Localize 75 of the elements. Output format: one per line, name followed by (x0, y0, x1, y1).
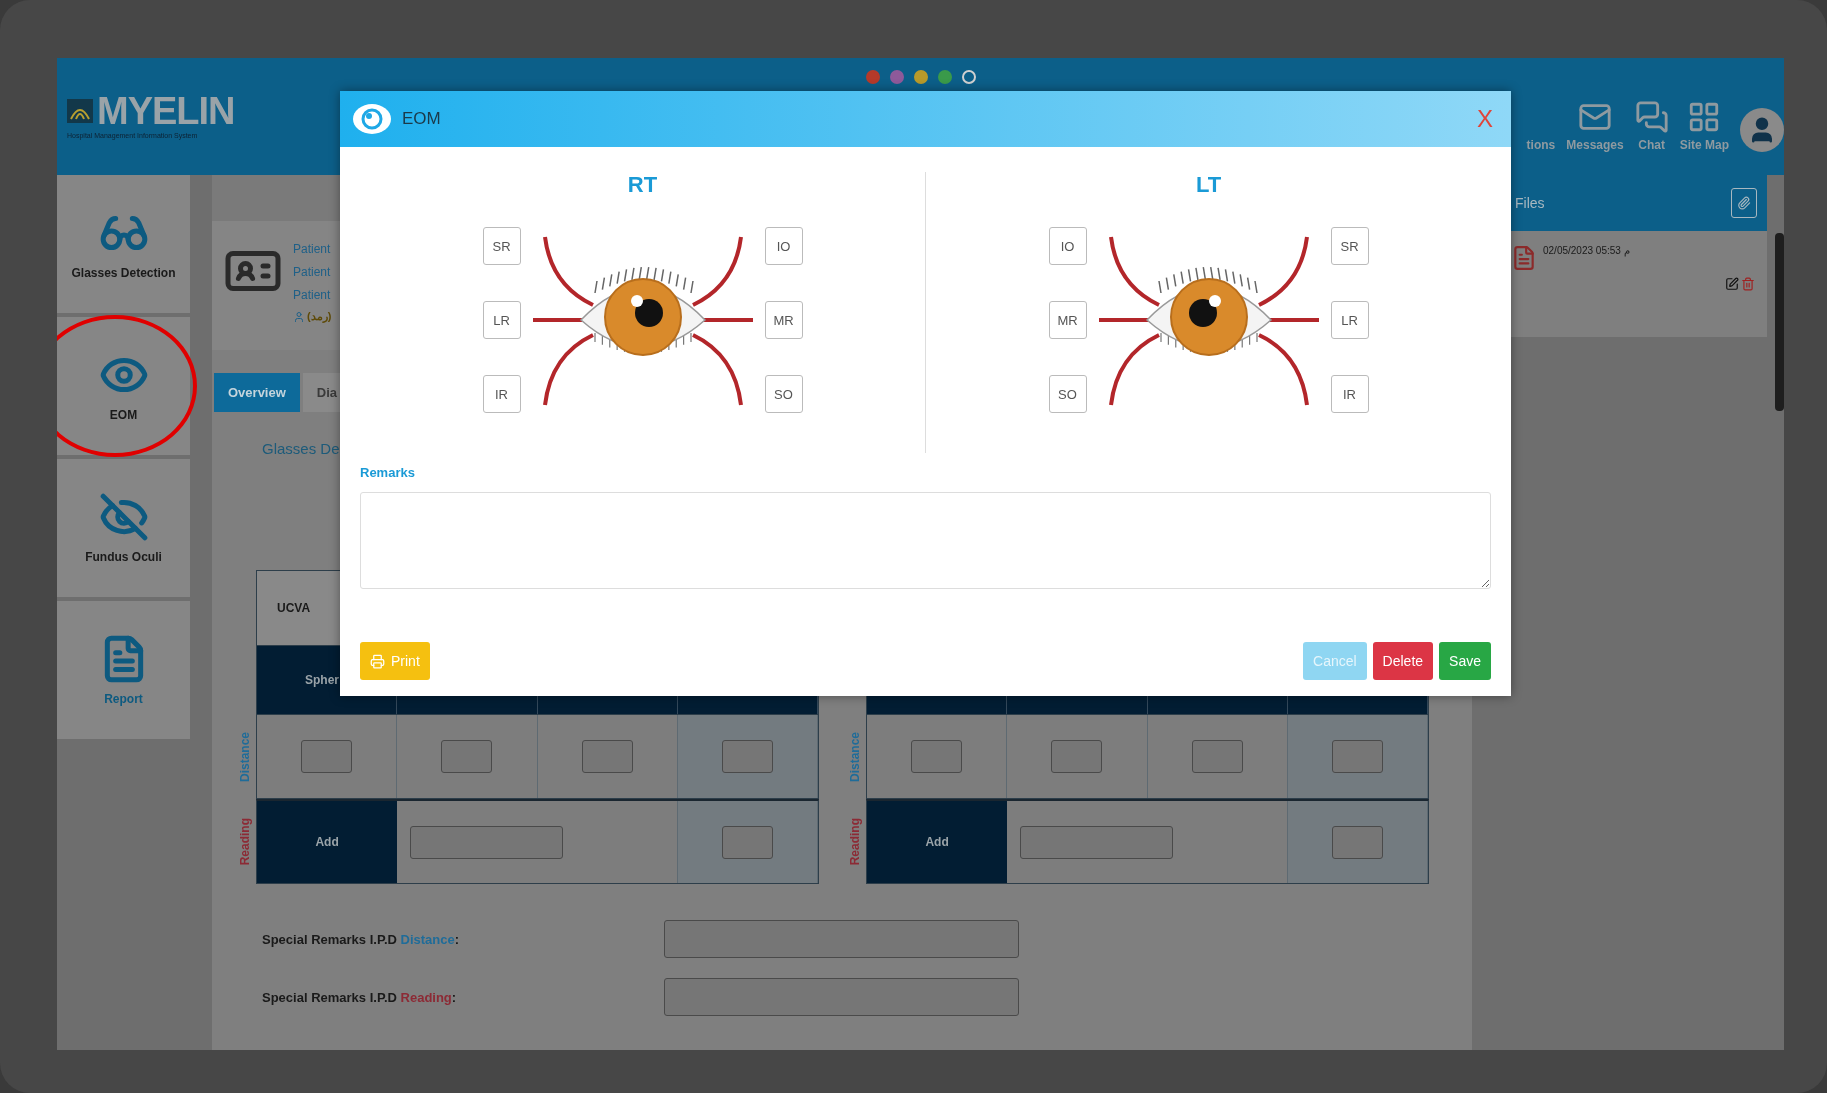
eye-side-title: RT (627, 172, 658, 198)
pager-dot[interactable] (889, 70, 904, 84)
pager-dot[interactable] (937, 70, 952, 84)
distance-label: Distance (238, 732, 252, 782)
distance-label: Distance (848, 732, 862, 782)
files-header: Files (1511, 175, 1767, 231)
logo-name: MYELIN (97, 92, 235, 130)
input-field[interactable] (441, 740, 493, 773)
chat-icon (1634, 100, 1669, 134)
scrollbar-thumb[interactable] (1775, 233, 1784, 411)
reading-label: Reading (238, 817, 252, 866)
muscle-button[interactable]: SO (1048, 375, 1087, 413)
input-field[interactable] (721, 740, 773, 773)
trash-icon[interactable] (1741, 277, 1755, 291)
input-field[interactable] (301, 740, 353, 773)
eye-off-icon (98, 492, 149, 542)
muscle-button[interactable]: LR (482, 301, 521, 339)
delete-button[interactable]: Delete (1372, 642, 1434, 680)
remarks-field[interactable] (360, 492, 1491, 589)
pdf-file-icon (1511, 245, 1537, 271)
muscle-button[interactable]: SR (482, 227, 521, 265)
logo-icon (67, 99, 93, 123)
eye-side-title: LT (1195, 172, 1222, 198)
department-text: (رمد) (307, 310, 332, 323)
close-button[interactable]: X (1471, 105, 1499, 133)
muscle-button[interactable]: MR (764, 301, 803, 339)
input-field[interactable] (721, 825, 773, 859)
muscle-button[interactable]: SO (764, 375, 803, 413)
printer-icon (370, 653, 385, 669)
tab[interactable]: Overview (214, 373, 300, 412)
muscle-button[interactable]: MR (1048, 301, 1087, 339)
input-field[interactable] (581, 740, 633, 773)
save-button[interactable]: Save (1439, 642, 1491, 680)
muscle-button[interactable]: LR (1330, 301, 1369, 339)
eye-icon (352, 103, 392, 135)
add-cell: Add (257, 801, 398, 883)
patient-field: Patient (293, 287, 332, 304)
patient-field: Patient (293, 264, 332, 281)
input-field[interactable] (664, 978, 1019, 1016)
input-field[interactable] (911, 740, 963, 773)
nav-item[interactable]: Site Map (1679, 100, 1729, 152)
nav-item[interactable]: Chat (1634, 100, 1669, 152)
add-cell: Add (867, 801, 1008, 883)
muscle-button[interactable]: IO (1048, 227, 1087, 265)
muscle-button[interactable]: IO (764, 227, 803, 265)
special-remarks-label: Special Remarks I.P.D Reading: (262, 989, 458, 1005)
avatar[interactable] (1740, 108, 1784, 152)
reading-label: Reading (848, 817, 862, 866)
input-field[interactable] (1051, 740, 1103, 773)
input-field[interactable] (1331, 825, 1383, 859)
sidebar-item[interactable]: Glasses Detection (57, 175, 190, 313)
special-remarks-label: Special Remarks I.P.D Distance: (262, 931, 461, 947)
input-field[interactable] (1020, 825, 1174, 859)
dialog-header: EOM X (340, 91, 1511, 147)
nav-item[interactable]: tions (1526, 138, 1556, 152)
nav-item[interactable]: Messages (1566, 100, 1624, 152)
input-field[interactable] (664, 920, 1019, 958)
section-legend: Glasses De (262, 440, 340, 457)
muscle-button[interactable]: SR (1330, 227, 1369, 265)
input-field[interactable] (410, 825, 564, 859)
sidebar-item[interactable]: Fundus Oculi (57, 459, 190, 597)
patient-field: Patient (293, 241, 332, 258)
file-date: 02/05/2023 05:53 م (1543, 245, 1630, 259)
pager-dot[interactable] (913, 70, 928, 84)
user-icon (293, 310, 305, 323)
input-field[interactable] (1331, 740, 1383, 773)
ucva-label: UCVA (277, 601, 311, 615)
muscle-button[interactable]: IR (1330, 375, 1369, 413)
attach-button[interactable] (1731, 188, 1757, 218)
muscle-button[interactable]: IR (482, 375, 521, 413)
paperclip-icon (1737, 196, 1751, 210)
remarks-label: Remarks (360, 465, 416, 480)
edit-icon[interactable] (1725, 277, 1739, 291)
input-field[interactable] (1191, 740, 1243, 773)
pager-dot[interactable] (865, 70, 880, 84)
